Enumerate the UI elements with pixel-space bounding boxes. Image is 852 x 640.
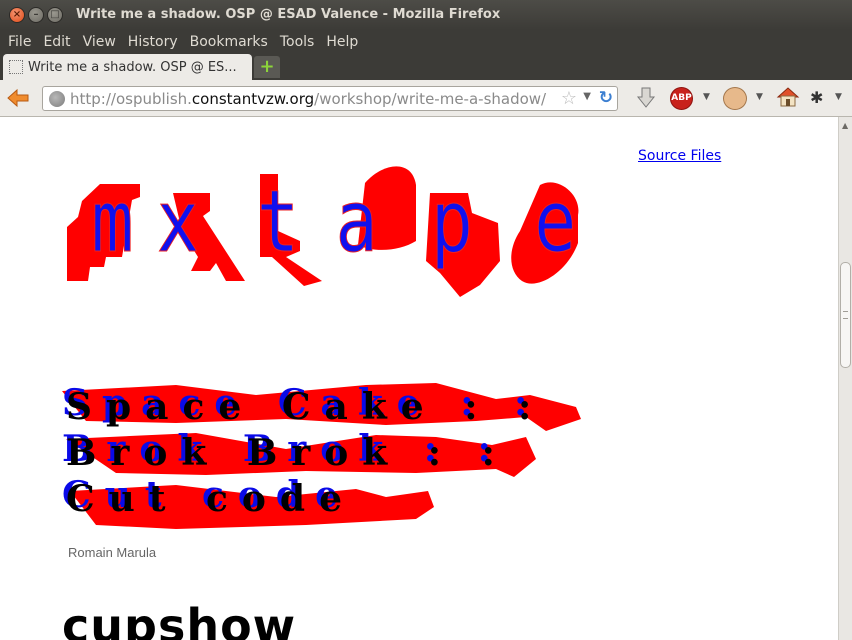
download-arrow-icon bbox=[636, 87, 656, 108]
scroll-up-arrow-icon[interactable]: ▲ bbox=[842, 121, 848, 130]
menu-edit[interactable]: Edit bbox=[37, 34, 76, 50]
url-history-dropdown-icon[interactable]: ▼ bbox=[583, 91, 591, 102]
font-specimen-spacecake: Space Cake : : Space Cake : : Brok Brok … bbox=[62, 382, 581, 529]
window-title: Write me a shadow. OSP @ ESAD Valence - … bbox=[76, 7, 501, 22]
maximize-window-button[interactable]: □ bbox=[47, 7, 63, 23]
mxtape-letter-x: x bbox=[157, 171, 199, 272]
window-titlebar: × – □ Write me a shadow. OSP @ ESAD Vale… bbox=[0, 0, 852, 30]
mxtape-letter-t: t bbox=[257, 171, 299, 272]
scrollbar-grip bbox=[843, 311, 848, 319]
url-host: constantvzw.org bbox=[191, 89, 315, 108]
tab-active[interactable]: Write me a shadow. OSP @ ES... bbox=[3, 54, 252, 80]
page-content: Source Files m x t a p e Space Cake : : … bbox=[0, 117, 838, 640]
back-button[interactable] bbox=[6, 88, 30, 108]
back-arrow-icon bbox=[7, 88, 29, 108]
home-icon[interactable] bbox=[776, 85, 800, 109]
downloads-icon[interactable] bbox=[636, 86, 656, 110]
close-window-button[interactable]: × bbox=[9, 7, 25, 23]
vertical-scrollbar[interactable]: ▲ bbox=[838, 117, 852, 640]
mxtape-letter-e: e bbox=[534, 171, 576, 272]
tab-label: Write me a shadow. OSP @ ES... bbox=[28, 59, 237, 75]
menu-file[interactable]: File bbox=[2, 34, 37, 50]
spacecake-line3: Cut code bbox=[66, 478, 356, 520]
url-text[interactable]: http://ospublish.constantvzw.org/worksho… bbox=[70, 90, 546, 108]
menu-bookmarks[interactable]: Bookmarks bbox=[184, 34, 274, 50]
navigation-toolbar: http://ospublish.constantvzw.org/worksho… bbox=[0, 80, 852, 117]
font-specimen-mxtape: m x t a p e bbox=[67, 166, 579, 297]
minimize-window-button[interactable]: – bbox=[28, 7, 44, 23]
scrollbar-thumb[interactable] bbox=[840, 262, 851, 368]
firebug-icon[interactable]: ✱ bbox=[810, 86, 830, 110]
menu-bar: File Edit View History Bookmarks Tools H… bbox=[0, 30, 852, 54]
mxtape-letter-m: m bbox=[91, 171, 133, 272]
reload-icon[interactable]: ↻ bbox=[599, 88, 613, 108]
window-controls: × – □ bbox=[9, 7, 63, 23]
greasemonkey-dropdown-icon[interactable]: ▼ bbox=[756, 92, 763, 116]
home-house-icon bbox=[776, 87, 800, 107]
adblock-dropdown-icon[interactable]: ▼ bbox=[703, 92, 710, 116]
greasemonkey-icon[interactable] bbox=[723, 87, 747, 110]
menu-history[interactable]: History bbox=[122, 34, 184, 50]
font-author: Romain Marula bbox=[68, 545, 157, 560]
site-identity-icon[interactable] bbox=[49, 90, 65, 107]
mxtape-letter-a: a bbox=[336, 171, 378, 272]
new-tab-button[interactable]: + bbox=[254, 56, 280, 78]
bookmark-star-icon[interactable]: ☆ bbox=[561, 88, 577, 109]
page-favicon-icon bbox=[9, 60, 23, 74]
font-specimen-cupshow: cupshow bbox=[62, 599, 297, 640]
tab-strip: Write me a shadow. OSP @ ES... + bbox=[0, 54, 852, 80]
url-path: /workshop/write-me-a-shadow/ bbox=[314, 89, 547, 108]
menu-view[interactable]: View bbox=[77, 34, 122, 50]
spacecake-line2: Brok Brok : : bbox=[66, 432, 509, 474]
mxtape-letter-p: p bbox=[431, 171, 473, 272]
url-bar[interactable]: http://ospublish.constantvzw.org/worksho… bbox=[42, 86, 618, 111]
firebug-dropdown-icon[interactable]: ▼ bbox=[835, 92, 842, 116]
menu-help[interactable]: Help bbox=[320, 34, 364, 50]
spacecake-line1: Space Cake : : bbox=[66, 386, 545, 428]
mxtape-shadows bbox=[67, 166, 579, 297]
adblock-plus-icon[interactable]: ABP bbox=[670, 87, 693, 110]
url-prefix: http://ospublish. bbox=[70, 89, 192, 108]
source-files-link[interactable]: Source Files bbox=[638, 148, 721, 164]
menu-tools[interactable]: Tools bbox=[274, 34, 321, 50]
